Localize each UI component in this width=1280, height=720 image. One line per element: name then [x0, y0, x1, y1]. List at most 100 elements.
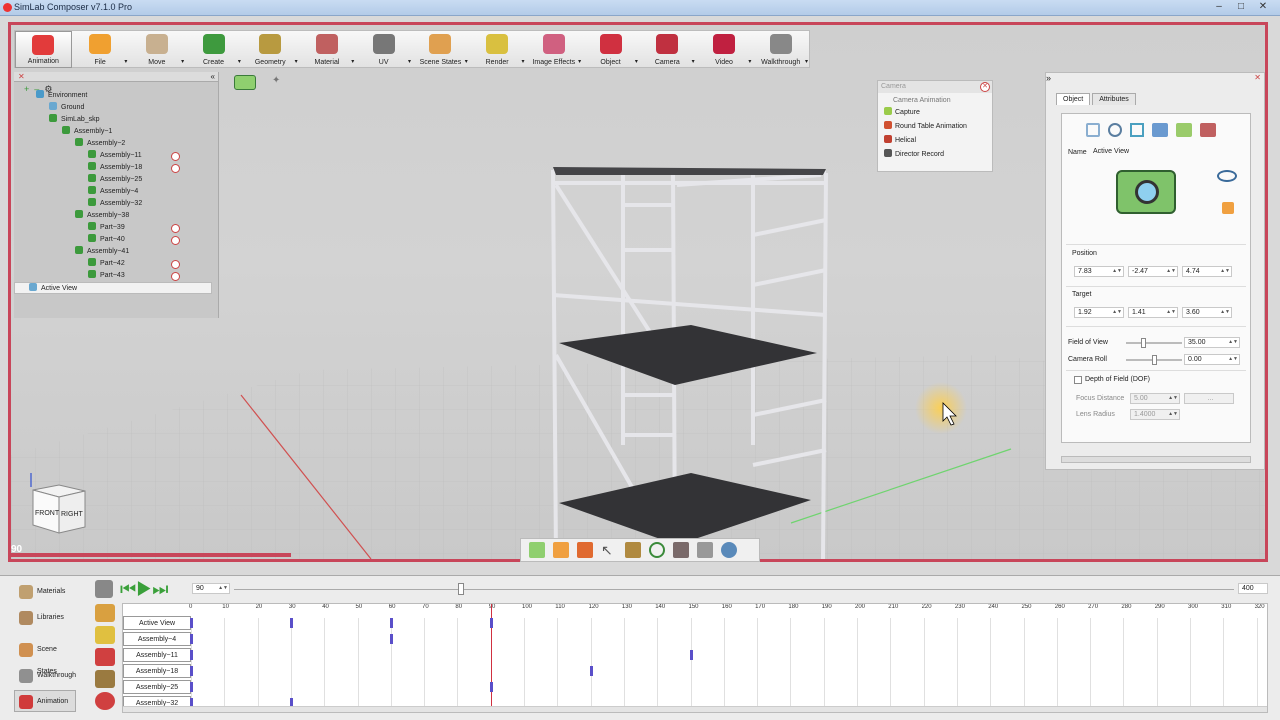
- sidebar-item-walkthrough[interactable]: Walkthrough: [14, 664, 76, 686]
- toolbar-uv-button[interactable]: UV ▾: [355, 31, 412, 68]
- tree-item[interactable]: Assembly~41: [14, 246, 219, 258]
- fov-slider[interactable]: [1126, 338, 1182, 348]
- tree-item[interactable]: Assembly~11: [14, 150, 219, 162]
- tree-item[interactable]: Assembly~32: [14, 198, 219, 210]
- dropdown-arrow-icon[interactable]: ▾: [635, 58, 638, 65]
- timeline-scrollbar[interactable]: [123, 706, 1267, 712]
- fov-field[interactable]: 35.00 ▲▼: [1184, 337, 1240, 348]
- frame-scrubber[interactable]: [234, 583, 1234, 595]
- trash-icon[interactable]: [95, 670, 115, 688]
- lens-radius-field[interactable]: 1.4000 ▲▼: [1130, 409, 1180, 420]
- shading-icon[interactable]: [553, 542, 569, 558]
- keyframe-icon[interactable]: [95, 604, 115, 622]
- toolbar-material-button[interactable]: Material ▾: [299, 31, 356, 68]
- tree-item[interactable]: Assembly~38: [14, 210, 219, 222]
- play-icon[interactable]: ▶: [136, 579, 152, 599]
- dropdown-arrow-icon[interactable]: ▾: [692, 58, 695, 65]
- sidebar-item-animation[interactable]: Animation: [14, 690, 76, 712]
- close-icon[interactable]: ✕: [1254, 73, 1261, 82]
- toolbar-image-effects-button[interactable]: Image Effects ▾: [525, 31, 582, 68]
- timeline-track-label[interactable]: Assembly~4: [123, 632, 191, 646]
- tab-object[interactable]: Object: [1056, 93, 1091, 105]
- record-icon[interactable]: [95, 692, 115, 710]
- close-icon[interactable]: ✕: [18, 72, 25, 81]
- tree-item[interactable]: Part~42: [14, 258, 219, 270]
- minimize-button[interactable]: –: [1208, 0, 1230, 15]
- tree-item[interactable]: Part~39: [14, 222, 219, 234]
- keyframe-marker[interactable]: [689, 650, 693, 660]
- tree-item[interactable]: Environment: [14, 90, 219, 102]
- collapse-icon[interactable]: »: [1046, 73, 1051, 83]
- grid-icon[interactable]: [697, 542, 713, 558]
- dropdown-arrow-icon[interactable]: ▾: [578, 58, 581, 65]
- name-field[interactable]: Active View: [1090, 147, 1242, 158]
- timeline-track-label[interactable]: Assembly~18: [123, 664, 191, 678]
- position-y-field[interactable]: -2.47 ▲▼: [1128, 266, 1178, 277]
- dof-checkbox[interactable]: [1074, 376, 1082, 384]
- camera-menu-item[interactable]: Capture: [878, 104, 992, 118]
- close-button[interactable]: ✕: [1252, 0, 1274, 15]
- box-icon[interactable]: [577, 542, 593, 558]
- timeline-track-label[interactable]: Active View: [123, 616, 191, 630]
- pin-icon[interactable]: ✦: [272, 75, 280, 86]
- toolbar-move-button[interactable]: Move ▾: [128, 31, 185, 68]
- position-x-field[interactable]: 7.83 ▲▼: [1074, 266, 1124, 277]
- dropdown-arrow-icon[interactable]: ▾: [465, 58, 468, 65]
- target-y-field[interactable]: 1.41 ▲▼: [1128, 307, 1178, 318]
- move-tool-icon[interactable]: [1086, 123, 1100, 137]
- visibility-eye-icon[interactable]: [1217, 170, 1237, 182]
- keyframe-marker[interactable]: [489, 682, 493, 692]
- toolbar-animation-button[interactable]: Animation: [15, 31, 72, 68]
- screenshot-icon[interactable]: [721, 542, 737, 558]
- dropdown-arrow-icon[interactable]: ▾: [408, 58, 411, 65]
- floor-icon[interactable]: [673, 542, 689, 558]
- view-mode-icon[interactable]: [529, 542, 545, 558]
- rotate-tool-icon[interactable]: [1108, 123, 1122, 137]
- maximize-button[interactable]: □: [1230, 0, 1252, 15]
- dropdown-arrow-icon[interactable]: ▾: [805, 58, 808, 65]
- dropdown-arrow-icon[interactable]: ▾: [748, 58, 751, 65]
- camera-roll-slider-knob[interactable]: [1151, 355, 1157, 365]
- tree-item[interactable]: Part~40: [14, 234, 219, 246]
- keyframe-marker[interactable]: [190, 682, 193, 692]
- camera-record-icon[interactable]: [1200, 123, 1216, 137]
- keyframe-marker[interactable]: [289, 618, 293, 628]
- toolbar-camera-button[interactable]: Camera ▾: [639, 31, 696, 68]
- keyframe-marker[interactable]: [190, 618, 193, 628]
- keyframe-marker[interactable]: [389, 634, 393, 644]
- timeline-track-label[interactable]: Assembly~11: [123, 648, 191, 662]
- toolbar-render-button[interactable]: Render ▾: [469, 31, 526, 68]
- toolbar-create-button[interactable]: Create ▾: [185, 31, 242, 68]
- keyframe-marker[interactable]: [589, 666, 593, 676]
- camera-capture-icon[interactable]: [1176, 123, 1192, 137]
- keyframe-marker[interactable]: [190, 650, 193, 660]
- tree-item[interactable]: Assembly~25: [14, 174, 219, 186]
- dropdown-arrow-icon[interactable]: ▾: [181, 58, 184, 65]
- timeline-mode-icon[interactable]: [95, 580, 113, 598]
- keyframe-marker[interactable]: [190, 666, 193, 676]
- focus-distance-field[interactable]: 5.00 ▲▼: [1130, 393, 1180, 404]
- position-z-field[interactable]: 4.74 ▲▼: [1182, 266, 1232, 277]
- frame-icon[interactable]: [625, 542, 641, 558]
- dropdown-arrow-icon[interactable]: ▾: [521, 58, 524, 65]
- tab-attributes[interactable]: Attributes: [1092, 93, 1136, 105]
- add-key-icon[interactable]: [95, 626, 115, 644]
- fov-slider-knob[interactable]: [1140, 338, 1146, 348]
- timeline-track-label[interactable]: Assembly~25: [123, 680, 191, 694]
- keyframe-marker[interactable]: [389, 618, 393, 628]
- toolbar-video-button[interactable]: Video ▾: [696, 31, 753, 68]
- tree-item[interactable]: Assembly~1: [14, 126, 219, 138]
- snap-tool-icon[interactable]: [1130, 123, 1144, 137]
- dropdown-arrow-icon[interactable]: ▾: [124, 58, 127, 65]
- focus-pick-button[interactable]: ...: [1184, 393, 1234, 404]
- dropdown-arrow-icon[interactable]: ▾: [238, 58, 241, 65]
- camera-menu-item[interactable]: Helical: [878, 132, 992, 146]
- keyframe-timeline[interactable]: 0 10 20 30 40 50 60 70 80 90 100 110 120 130 140 150 160…: [122, 603, 1268, 713]
- current-frame-field[interactable]: 90 ▲▼: [192, 583, 230, 594]
- keyframe-marker[interactable]: [190, 634, 193, 644]
- toolbar-walkthrough-button[interactable]: Walkthrough ▾: [752, 31, 809, 68]
- tree-item[interactable]: Ground: [14, 102, 219, 114]
- sidebar-item-libraries[interactable]: Libraries: [14, 606, 76, 628]
- tree-item[interactable]: Assembly~2: [14, 138, 219, 150]
- tree-item[interactable]: Assembly~18: [14, 162, 219, 174]
